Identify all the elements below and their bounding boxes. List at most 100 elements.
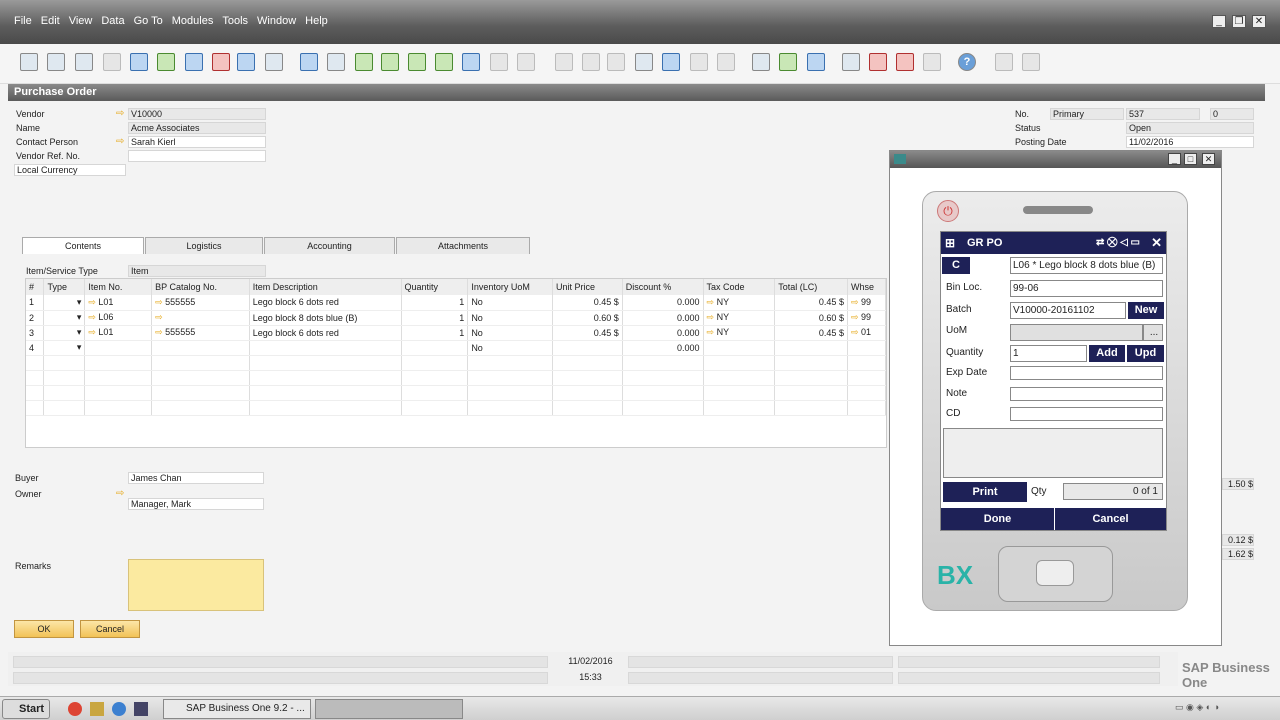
tax-icon[interactable] (717, 53, 735, 71)
cancel-button[interactable]: Cancel (1055, 508, 1166, 530)
col-header[interactable]: Unit Price (552, 279, 623, 295)
type-dropdown[interactable]: ▾ (43, 325, 86, 341)
menu-help[interactable]: Help (305, 15, 328, 27)
tab-accounting[interactable]: Accounting (264, 237, 395, 254)
next-record-icon[interactable] (408, 53, 426, 71)
add-button[interactable]: Add (1089, 345, 1125, 362)
menu-edit[interactable]: Edit (41, 15, 60, 27)
series-select[interactable]: Primary (1050, 108, 1124, 120)
print-icon[interactable] (47, 53, 65, 71)
menu-goto[interactable]: Go To (134, 15, 163, 27)
quantity-field[interactable]: 1 (1010, 345, 1087, 362)
new-doc-icon[interactable] (779, 53, 797, 71)
note-field[interactable] (1010, 387, 1163, 401)
task-sap[interactable]: SAP Business One 9.2 - ... (163, 699, 311, 719)
word-icon[interactable] (185, 53, 203, 71)
cell[interactable]: ⇨ 01 (847, 325, 886, 341)
table-row[interactable] (26, 355, 886, 371)
doc-no-field[interactable]: 537 (1126, 108, 1200, 120)
tab-contents[interactable]: Contents (22, 237, 144, 254)
refresh-icon[interactable] (462, 53, 480, 71)
table-row[interactable] (26, 400, 886, 416)
edit-icon[interactable] (752, 53, 770, 71)
layout-icon[interactable] (923, 53, 941, 71)
menu-window[interactable]: Window (257, 15, 296, 27)
ok-button[interactable]: OK (14, 620, 74, 638)
help-icon[interactable]: ? (958, 53, 976, 71)
cancel-button[interactable]: Cancel (80, 620, 140, 638)
col-header[interactable]: Item No. (84, 279, 153, 295)
preview-icon[interactable] (20, 53, 38, 71)
uom-field[interactable] (1010, 324, 1143, 341)
menu-view[interactable]: View (69, 15, 93, 27)
close-icon[interactable]: ✕ (1151, 232, 1162, 254)
doc-no-sub-field[interactable]: 0 (1210, 108, 1254, 120)
last-record-icon[interactable] (435, 53, 453, 71)
table-row[interactable]: 2 ▾ ⇨ L06 ⇨ Lego block 8 dots blue (B) 1 No 0.… (26, 310, 886, 326)
action-button[interactable] (1036, 560, 1074, 586)
col-header[interactable]: Total (LC) (774, 279, 848, 295)
buyer-select[interactable]: James Chan (128, 472, 264, 484)
power-icon[interactable]: ⏻ (937, 200, 959, 222)
sort-icon[interactable] (517, 53, 535, 71)
menu-file[interactable]: File (14, 15, 32, 27)
explorer-icon[interactable] (90, 702, 104, 716)
done-button[interactable]: Done (941, 508, 1054, 530)
fax-icon[interactable] (130, 53, 148, 71)
cell[interactable]: 0.45 $ (774, 295, 848, 311)
print-button[interactable]: Print (943, 482, 1027, 502)
menu-data[interactable]: Data (101, 15, 124, 27)
email-icon[interactable] (75, 53, 93, 71)
type-dropdown[interactable]: ▾ (43, 310, 86, 326)
cell[interactable]: No (467, 295, 554, 311)
move-icon[interactable] (237, 53, 255, 71)
cell[interactable]: No (467, 325, 554, 341)
first-record-icon[interactable] (355, 53, 373, 71)
lock-icon[interactable] (265, 53, 283, 71)
cell[interactable]: 1 (401, 310, 469, 326)
menu-tools[interactable]: Tools (222, 15, 248, 27)
col-header[interactable]: Type (43, 279, 86, 295)
cell[interactable]: Lego block 6 dots red (249, 295, 402, 311)
cell[interactable]: Lego block 6 dots red (249, 325, 402, 341)
ie-icon[interactable] (112, 702, 126, 716)
cell[interactable]: ⇨ L01 (84, 325, 153, 341)
link-arrow-icon[interactable] (116, 138, 126, 146)
type-dropdown[interactable]: ▾ (43, 295, 86, 311)
tab-attachments[interactable]: Attachments (396, 237, 530, 254)
cell[interactable]: ⇨ L01 (84, 295, 153, 311)
update-button[interactable]: Upd (1127, 345, 1164, 362)
restore-icon[interactable]: ❐ (1232, 15, 1246, 28)
target-document-icon[interactable] (582, 53, 600, 71)
base-document-icon[interactable] (555, 53, 573, 71)
table-row[interactable]: 3 ▾ ⇨ L01 ⇨ 555555 Lego block 6 dots red 1 No 0… (26, 325, 886, 341)
vendor-ref-field[interactable] (128, 150, 266, 162)
previous-record-icon[interactable] (381, 53, 399, 71)
col-header[interactable]: Inventory UoM (467, 279, 554, 295)
cell[interactable]: 0.60 $ (774, 310, 848, 326)
vendor-field[interactable]: V10000 (128, 108, 266, 120)
uom-browse-button[interactable]: ... (1143, 324, 1163, 341)
cell[interactable] (703, 340, 776, 356)
contact-field[interactable]: Sarah Kierl (128, 136, 266, 148)
name-field[interactable]: Acme Associates (128, 122, 266, 134)
device2-icon[interactable] (1022, 53, 1040, 71)
table-row[interactable]: 4 ▾ No 0.000 (26, 340, 886, 356)
cell[interactable]: 0.000 (622, 325, 704, 341)
message-icon[interactable] (869, 53, 887, 71)
cell[interactable]: Lego block 8 dots blue (B) (249, 310, 402, 326)
col-header[interactable]: Discount % (622, 279, 704, 295)
report-icon[interactable] (896, 53, 914, 71)
menu-modules[interactable]: Modules (172, 15, 214, 27)
cell[interactable]: ⇨ NY (703, 295, 776, 311)
bin-loc-field[interactable]: 99-06 (1010, 280, 1163, 297)
gross-profit-icon[interactable] (662, 53, 680, 71)
tab-logistics[interactable]: Logistics (145, 237, 263, 254)
filter-icon[interactable] (490, 53, 508, 71)
posting-date-field[interactable]: 11/02/2016 (1126, 136, 1254, 148)
cell[interactable] (84, 340, 153, 356)
cell[interactable]: No (467, 310, 554, 326)
cell[interactable]: 0.000 (622, 295, 704, 311)
cell[interactable]: ⇨ 555555 (151, 295, 250, 311)
chrome-icon[interactable] (68, 702, 82, 716)
